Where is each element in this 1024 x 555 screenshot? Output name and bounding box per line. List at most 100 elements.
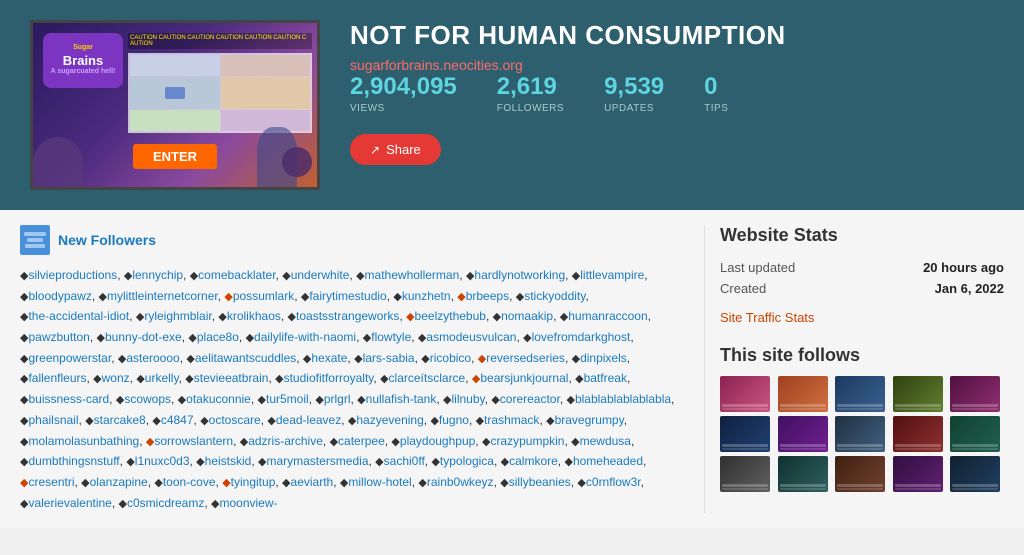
follows-thumb-8[interactable]	[835, 416, 885, 452]
follower-link[interactable]: cresentri	[28, 475, 74, 489]
follower-link[interactable]: krolikhaos	[227, 309, 281, 323]
follower-link[interactable]: kunzhetn	[402, 289, 451, 303]
follower-link[interactable]: millow-hotel	[348, 475, 411, 489]
follower-link[interactable]: bloodypawz	[28, 289, 91, 303]
follower-link[interactable]: asmodeusvulcan	[426, 330, 516, 344]
follower-link[interactable]: underwhite	[291, 268, 350, 282]
follower-link[interactable]: rainb0wkeyz	[427, 475, 494, 489]
site-url-link[interactable]: sugarforbrains.neocities.org	[350, 57, 523, 73]
follower-link[interactable]: molamolasunbathing	[28, 434, 139, 448]
follower-link[interactable]: bunny-dot-exe	[105, 330, 182, 344]
follower-link[interactable]: brbeeps	[466, 289, 509, 303]
follows-thumb-9[interactable]	[893, 416, 943, 452]
follower-link[interactable]: ryleighmblair	[144, 309, 211, 323]
follower-link[interactable]: fallenfleurs	[28, 371, 86, 385]
follows-thumb-6[interactable]	[720, 416, 770, 452]
follower-link[interactable]: greenpowerstar	[28, 351, 111, 365]
follower-link[interactable]: asteroooo	[126, 351, 179, 365]
follower-link[interactable]: crazypumpkin	[490, 434, 564, 448]
follower-link[interactable]: phailsnail	[28, 413, 78, 427]
follower-link[interactable]: urkelly	[145, 371, 179, 385]
follower-link[interactable]: dailylife-with-naomi	[254, 330, 356, 344]
follower-link[interactable]: olanzapine	[90, 475, 148, 489]
follower-link[interactable]: l1nuxc0d3	[135, 454, 190, 468]
follows-thumb-5[interactable]	[950, 376, 1000, 412]
follower-link[interactable]: c0rnflow3r	[586, 475, 641, 489]
follower-link[interactable]: possumlark	[233, 289, 294, 303]
follower-link[interactable]: beelzythebub	[415, 309, 486, 323]
follower-link[interactable]: fairytimestudio	[309, 289, 386, 303]
follower-link[interactable]: ricobico	[430, 351, 471, 365]
follower-link[interactable]: bravegrumpy	[555, 413, 624, 427]
follower-link[interactable]: batfreak	[584, 371, 627, 385]
follower-link[interactable]: mathewhollerman	[365, 268, 460, 282]
follower-link[interactable]: dinpixels	[580, 351, 627, 365]
follows-thumb-1[interactable]	[720, 376, 770, 412]
follower-link[interactable]: stickyoddity	[524, 289, 585, 303]
follows-thumb-2[interactable]	[778, 376, 828, 412]
follower-link[interactable]: lennychip	[132, 268, 183, 282]
follower-link[interactable]: nullafish-tank	[366, 392, 437, 406]
follower-link[interactable]: mewdusa	[580, 434, 631, 448]
follower-link[interactable]: dumbthingsnstuff	[28, 454, 119, 468]
follower-link[interactable]: c0smicdreamz	[127, 496, 204, 510]
follower-link[interactable]: sorrowslantern	[154, 434, 233, 448]
follower-link[interactable]: toastsstrangeworks	[296, 309, 399, 323]
follower-link[interactable]: heistskid	[205, 454, 252, 468]
follower-link[interactable]: homeheaded	[573, 454, 643, 468]
follower-link[interactable]: hardlynotworking	[474, 268, 565, 282]
follower-link[interactable]: moonview-	[220, 496, 278, 510]
follows-thumb-12[interactable]	[778, 456, 828, 492]
follows-thumb-14[interactable]	[893, 456, 943, 492]
follower-link[interactable]: calmkore	[509, 454, 558, 468]
follower-link[interactable]: mylittleinternetcorner	[107, 289, 218, 303]
follower-link[interactable]: lars-sabia	[363, 351, 415, 365]
follower-link[interactable]: dead-leavez	[276, 413, 341, 427]
follower-link[interactable]: starcake8	[94, 413, 146, 427]
follower-link[interactable]: c4847	[161, 413, 194, 427]
share-button[interactable]: ↗ Share	[350, 134, 441, 165]
follower-link[interactable]: adzris-archive	[248, 434, 323, 448]
follower-link[interactable]: valerievalentine	[28, 496, 111, 510]
follows-thumb-3[interactable]	[835, 376, 885, 412]
follows-thumb-7[interactable]	[778, 416, 828, 452]
follower-link[interactable]: studiofitforroyalty	[284, 371, 374, 385]
follower-link[interactable]: wonz	[102, 371, 130, 385]
site-traffic-link[interactable]: Site Traffic Stats	[720, 310, 1004, 325]
follower-link[interactable]: hexate	[311, 351, 347, 365]
follower-link[interactable]: clarceítsclarce	[389, 371, 466, 385]
follower-link[interactable]: caterpee	[338, 434, 385, 448]
follower-link[interactable]: lilnuby	[452, 392, 485, 406]
follower-link[interactable]: bearsjunkjournal	[480, 371, 568, 385]
follower-link[interactable]: playdoughpup	[400, 434, 475, 448]
follower-link[interactable]: marymastersme­dia	[266, 454, 368, 468]
follower-link[interactable]: place8o	[197, 330, 239, 344]
follower-link[interactable]: scowops	[124, 392, 171, 406]
follower-link[interactable]: lovefromdarkghost	[532, 330, 631, 344]
follower-link[interactable]: comebacklater	[198, 268, 275, 282]
follows-thumb-4[interactable]	[893, 376, 943, 412]
follower-link[interactable]: toon-cove	[163, 475, 216, 489]
follower-link[interactable]: humanraccoon	[568, 309, 647, 323]
follower-link[interactable]: sachi0ff	[384, 454, 425, 468]
follower-link[interactable]: sillybeanies	[509, 475, 571, 489]
follower-link[interactable]: stevieeatbrain	[194, 371, 269, 385]
follower-link[interactable]: hazyevening	[356, 413, 423, 427]
follower-link[interactable]: buissness-card	[28, 392, 109, 406]
follower-link[interactable]: flowtyle	[371, 330, 411, 344]
follows-thumb-15[interactable]	[950, 456, 1000, 492]
follower-link[interactable]: the-accidental-idiot	[28, 309, 129, 323]
follower-link[interactable]: octoscare	[209, 413, 261, 427]
follower-link[interactable]: corereactor	[500, 392, 560, 406]
follows-thumb-11[interactable]	[720, 456, 770, 492]
follower-link[interactable]: nomaakip	[501, 309, 553, 323]
follower-link[interactable]: fugno	[439, 413, 469, 427]
follower-link[interactable]: tur5moil	[266, 392, 309, 406]
follower-link[interactable]: reversedseries	[486, 351, 565, 365]
follows-thumb-10[interactable]	[950, 416, 1000, 452]
follower-link[interactable]: silvieproductions	[28, 268, 117, 282]
follower-link[interactable]: typologica	[440, 454, 494, 468]
follower-link[interactable]: tyingitup	[231, 475, 276, 489]
follower-link[interactable]: pawzbutton	[28, 330, 89, 344]
follower-link[interactable]: trashmack	[484, 413, 539, 427]
